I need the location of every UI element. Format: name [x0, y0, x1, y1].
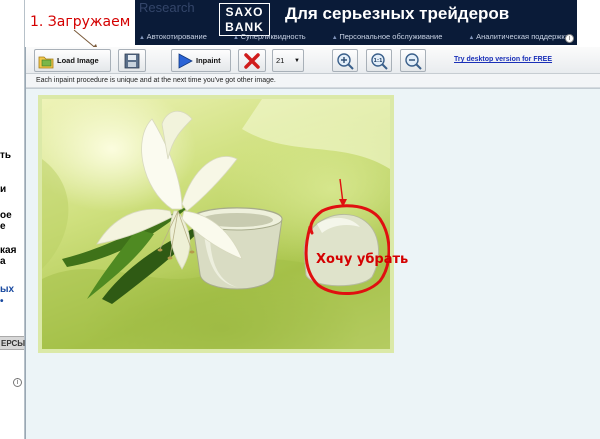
- banner-feature: Суперликвидность: [233, 32, 306, 41]
- annotation-remove-object: Хочу убрать: [316, 252, 409, 267]
- floppy-disk-icon: [124, 53, 140, 68]
- info-circle-icon[interactable]: i: [13, 378, 22, 387]
- zoom-out-icon: [405, 52, 422, 70]
- load-image-button[interactable]: Load Image: [34, 49, 111, 72]
- inpaint-label: Inpaint: [196, 56, 221, 65]
- image-canvas[interactable]: Хочу убрать: [26, 88, 600, 439]
- sidebar-text-fragment: а: [0, 256, 6, 267]
- red-x-icon: [244, 52, 260, 69]
- banner-headline: Для серьезных трейдеров: [285, 4, 510, 23]
- play-icon: [178, 52, 193, 69]
- inpaint-app: Load Image Inpaint 21 ▼ 1:1 Try desktop …: [25, 47, 600, 439]
- left-sidebar-cropped: ть и ое е кая а ых • ЕРСЫ i: [0, 0, 25, 439]
- toolbar: Load Image Inpaint 21 ▼ 1:1 Try desktop …: [26, 47, 600, 74]
- brush-size-select[interactable]: 21 ▼: [272, 49, 304, 72]
- logo-line-1: SAXO: [225, 5, 264, 19]
- sidebar-link-dot[interactable]: •: [0, 296, 24, 307]
- banner-features: Автокотирование Суперликвидность Персона…: [139, 32, 569, 41]
- zoom-in-button[interactable]: [332, 49, 358, 72]
- sidebar-text-fragment: ое: [0, 210, 12, 221]
- chevron-down-icon: ▼: [294, 57, 300, 64]
- banner-feature: Аналитическая поддержка: [468, 32, 569, 41]
- ad-info-icon[interactable]: i: [565, 34, 574, 43]
- sidebar-section-bar: ЕРСЫ: [0, 336, 25, 350]
- sidebar-text-fragment: и: [0, 184, 7, 195]
- brush-size-value: 21: [276, 56, 285, 65]
- folder-image-icon: [38, 56, 54, 68]
- lily-photo-image: [42, 99, 390, 349]
- svg-text:1:1: 1:1: [374, 58, 383, 64]
- clear-selection-button[interactable]: [238, 49, 266, 72]
- sidebar-text-fragment: е: [0, 221, 6, 232]
- zoom-in-icon: [337, 52, 354, 70]
- sidebar-text-fragment: ть: [0, 150, 12, 161]
- sidebar-link-fragment[interactable]: ых: [0, 284, 24, 295]
- desktop-version-link[interactable]: Try desktop version for FREE: [454, 56, 552, 63]
- save-button[interactable]: [118, 49, 146, 72]
- banner-feature: Персональное обслуживание: [332, 32, 442, 41]
- zoom-out-button[interactable]: [400, 49, 426, 72]
- banner-feature: Автокотирование: [139, 32, 207, 41]
- inpaint-button[interactable]: Inpaint: [171, 49, 231, 72]
- zoom-actual-size-button[interactable]: 1:1: [366, 49, 392, 72]
- load-image-label: Load Image: [57, 56, 99, 65]
- banner-research-text: Research: [139, 0, 195, 15]
- info-message: Each inpaint procedure is unique and at …: [26, 74, 600, 88]
- sidebar-text-fragment: кая: [0, 245, 17, 256]
- loaded-photo[interactable]: [38, 95, 394, 353]
- ad-banner[interactable]: Research SAXO BANK Для серьезных трейдер…: [135, 0, 577, 45]
- zoom-actual-size-icon: 1:1: [371, 52, 388, 70]
